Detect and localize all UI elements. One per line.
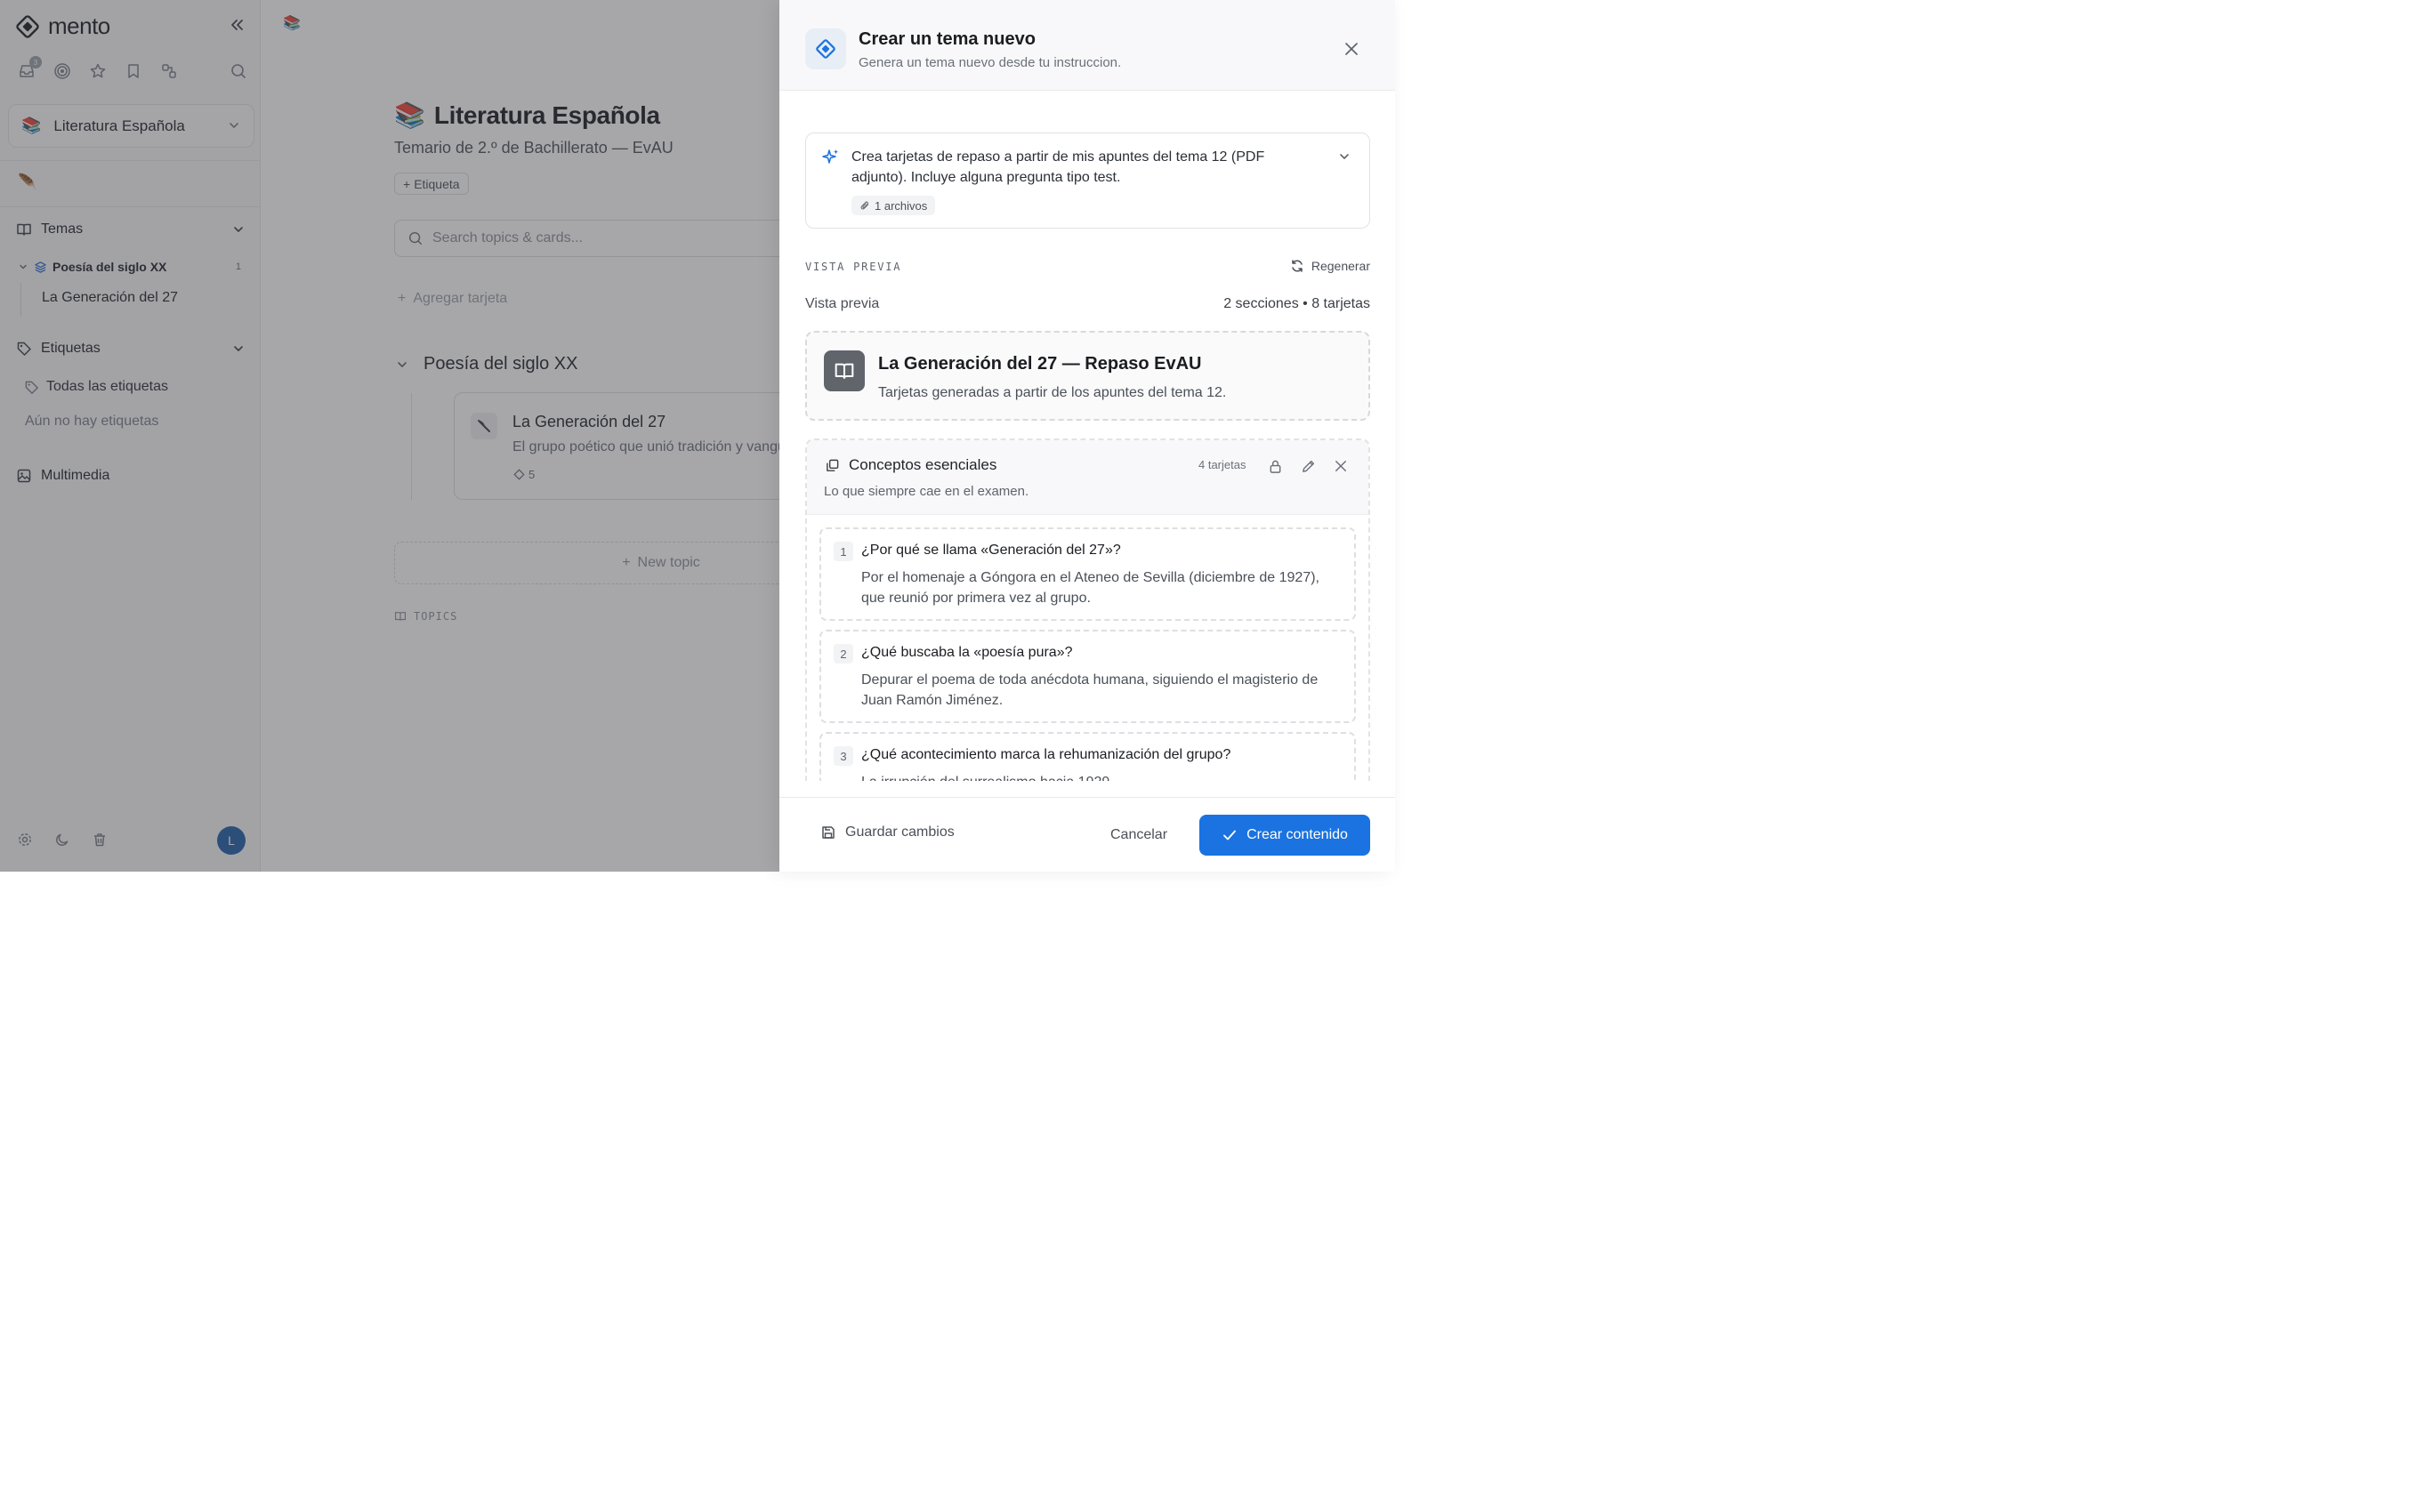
remove-section-button[interactable] [1331,456,1351,476]
lock-button[interactable] [1265,456,1285,476]
check-icon [1223,830,1237,840]
create-topic-drawer: Crear un tema nuevo Genera un tema nuevo… [779,0,1395,872]
cancel-button[interactable]: Cancelar [1110,827,1167,843]
drawer-footer: Guardar cambios Cancelar Crear contenido [779,797,1395,872]
diamond-logo-icon [816,39,835,59]
deck-description: Tarjetas generadas a partir de los apunt… [878,385,1227,400]
attachment-count: 1 archivos [875,198,928,213]
question-number: 2 [834,644,853,664]
question-number: 3 [834,746,853,766]
question-number: 1 [834,542,853,561]
save-changes-button[interactable]: Guardar cambios [820,824,955,840]
section-description: Lo que siempre cae en el examen. [824,484,1029,499]
refresh-icon [1292,260,1303,272]
book-open-icon [824,350,865,391]
deck-title: La Generación del 27 — Repaso EvAU [878,354,1202,374]
section-title: Conceptos esenciales [849,456,997,473]
save-label: Guardar cambios [845,824,955,840]
regenerate-label: Regenerar [1311,259,1370,273]
close-icon [1335,461,1346,471]
drawer-subtitle: Genera un tema nuevo desde tu instruccio… [859,55,1122,70]
preview-stats: 2 secciones • 8 tarjetas [1223,296,1370,311]
create-content-button[interactable]: Crear contenido [1199,815,1370,856]
attachment-chip[interactable]: 1 archivos [851,196,936,215]
close-button[interactable] [1342,39,1361,59]
preview-section-label: VISTA PREVIA [805,261,902,273]
chevron-down-icon [1340,154,1349,159]
regenerate-button[interactable]: Regenerar [1290,259,1370,273]
deck-preview: La Generación del 27 — Repaso EvAU Tarje… [805,331,1370,421]
section-header: Conceptos esenciales Lo que siempre cae … [807,440,1368,515]
question-answer: Depurar el poema de toda anécdota humana… [861,672,1319,708]
edit-button[interactable] [1298,456,1318,476]
modal-backdrop[interactable] [0,0,779,872]
section-card-count: 4 tarjetas [1198,458,1246,471]
question-card[interactable]: 3 ¿Qué acontecimiento marca la rehumaniz… [819,732,1356,781]
drawer-title: Crear un tema nuevo [859,29,1036,49]
drawer-icon [805,28,846,69]
close-icon [1345,43,1358,55]
lock-icon [1270,460,1280,473]
preview-title: Vista previa [805,296,880,311]
question-card[interactable]: 1 ¿Por qué se llama «Generación del 27»?… [819,527,1356,621]
pencil-icon [1302,460,1314,472]
question-answer: Por el homenaje a Góngora en el Ateneo d… [861,570,1319,606]
question-title: ¿Qué buscaba la «poesía pura»? [861,645,1073,660]
prompt-summary[interactable]: Crea tarjetas de repaso a partir de mis … [805,133,1370,229]
paperclip-icon [860,201,869,210]
drawer-header: Crear un tema nuevo Genera un tema nuevo… [779,0,1395,91]
section-preview: Conceptos esenciales Lo que siempre cae … [805,438,1370,781]
question-title: ¿Qué acontecimiento marca la rehumanizac… [861,747,1231,762]
question-title: ¿Por qué se llama «Generación del 27»? [861,543,1121,558]
save-icon [822,826,835,839]
create-label: Crear contenido [1246,827,1348,842]
sparkles-icon [822,149,838,164]
copy-icon [827,459,839,471]
preview-scroll-area[interactable]: La Generación del 27 — Repaso EvAU Tarje… [779,331,1395,781]
question-card[interactable]: 2 ¿Qué buscaba la «poesía pura»? Depurar… [819,630,1356,723]
question-answer: La irrupción del surrealismo hacia 1929 [861,772,1346,781]
prompt-text: Crea tarjetas de repaso a partir de mis … [851,149,1265,185]
